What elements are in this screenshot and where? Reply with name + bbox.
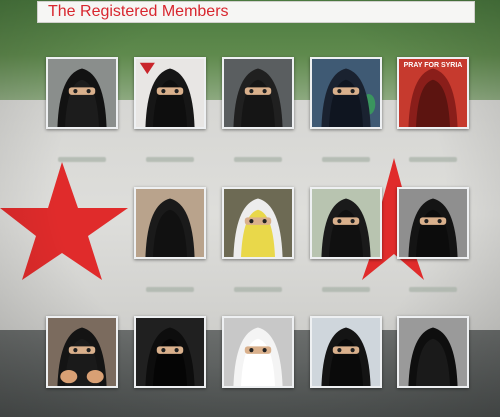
member-name-blurred (213, 157, 303, 164)
flag-star-icon (0, 162, 128, 280)
member-avatar[interactable] (46, 57, 118, 129)
member-photo-icon (399, 59, 467, 127)
member-avatar[interactable] (397, 187, 469, 259)
member-name-blurred (213, 287, 303, 294)
member-avatar[interactable] (46, 316, 118, 388)
member-photo-icon (224, 318, 292, 386)
member-avatar[interactable] (310, 316, 382, 388)
member-name-blurred (388, 157, 478, 164)
member-photo-icon (224, 59, 292, 127)
member-name-blurred (125, 287, 215, 294)
member-name-blurred (388, 287, 478, 294)
member-photo-icon (312, 59, 380, 127)
member-name-blurred (301, 287, 391, 294)
member-photo-icon (312, 318, 380, 386)
section-header: The Registered Members (37, 1, 475, 23)
member-photo-icon (224, 189, 292, 257)
member-photo-icon (48, 59, 116, 127)
member-photo-icon (136, 59, 204, 127)
member-name-blurred (125, 157, 215, 164)
member-photo-icon (136, 189, 204, 257)
member-avatar[interactable] (134, 316, 206, 388)
page-title: The Registered Members (48, 3, 229, 20)
member-avatar[interactable] (134, 57, 206, 129)
member-avatar[interactable] (222, 187, 294, 259)
member-avatar[interactable] (310, 187, 382, 259)
member-photo-icon (48, 318, 116, 386)
member-avatar[interactable] (310, 57, 382, 129)
member-name-blurred (301, 157, 391, 164)
member-photo-icon (399, 318, 467, 386)
member-avatar[interactable] (397, 316, 469, 388)
member-name-blurred (37, 157, 127, 164)
member-photo-icon (136, 318, 204, 386)
member-avatar[interactable]: PRAY FOR SYRIA (397, 57, 469, 129)
member-photo-icon (312, 189, 380, 257)
member-avatar[interactable] (222, 57, 294, 129)
member-avatar[interactable] (222, 316, 294, 388)
member-photo-icon (399, 189, 467, 257)
poster-caption: PRAY FOR SYRIA (403, 62, 463, 69)
member-avatar[interactable] (134, 187, 206, 259)
